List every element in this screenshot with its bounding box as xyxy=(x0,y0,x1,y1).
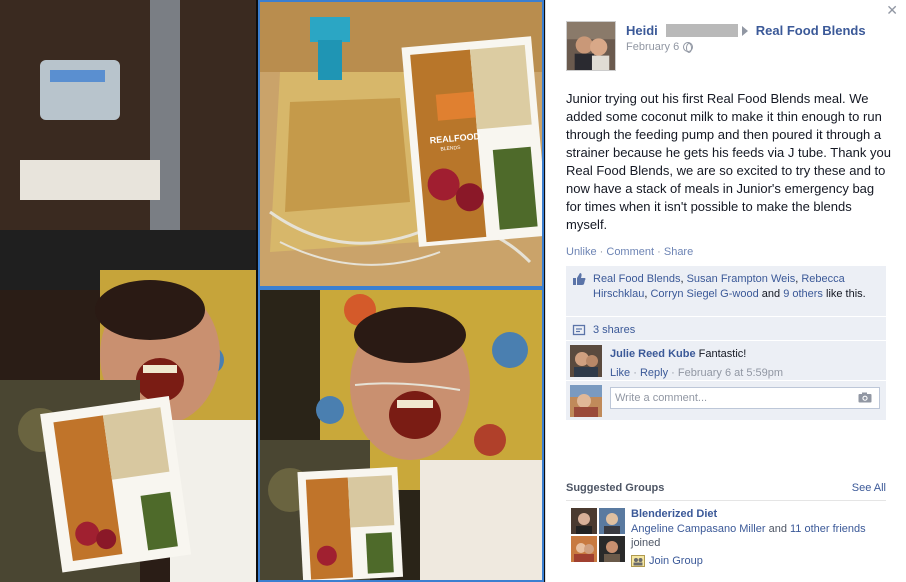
shares-link[interactable]: 3 shares xyxy=(593,324,635,336)
friends-and-text: and xyxy=(768,523,787,535)
suggested-group-item: Blenderized Diet Angeline Campasano Mill… xyxy=(566,507,886,567)
group-thumbnails[interactable] xyxy=(571,508,625,562)
join-group-button[interactable]: Join Group xyxy=(631,554,881,568)
post-header: Heidi Real Food Blends February 6 xyxy=(626,23,896,53)
photo-collage: REALFOOD BLENDS xyxy=(0,0,545,582)
arrow-right-icon xyxy=(741,25,748,36)
post-header-line: Heidi Real Food Blends xyxy=(626,23,896,38)
likes-row: Real Food Blends, Susan Frampton Weis, R… xyxy=(566,266,886,317)
friend-name-link[interactable]: Angeline Campasano Miller xyxy=(631,523,766,535)
photo-bottom-right[interactable] xyxy=(258,288,544,582)
post-sidebar: ✕ Heidi Real Food Blends February 6 Juni… xyxy=(545,0,906,582)
member-thumbnail xyxy=(599,508,625,534)
group-info: Blenderized Diet Angeline Campasano Mill… xyxy=(631,507,881,568)
ufi-panel: Real Food Blends, Susan Frampton Weis, R… xyxy=(566,266,886,421)
post-actions: Unlike · Comment · Share xyxy=(566,246,693,258)
comment-composer xyxy=(566,381,886,421)
share-icon xyxy=(572,324,586,336)
liker-link[interactable]: Corryn Siegel G-wood xyxy=(650,288,758,300)
suggested-groups-title: Suggested Groups xyxy=(566,482,665,494)
shares-row: 3 shares xyxy=(566,317,886,341)
photo-top-right[interactable]: REALFOOD BLENDS xyxy=(258,0,544,288)
author-name-link[interactable]: Heidi xyxy=(626,23,658,38)
likes-and-text: and xyxy=(761,288,781,300)
viewer-avatar xyxy=(570,385,602,417)
page-name-link[interactable]: Real Food Blends xyxy=(756,23,866,38)
comment-body: Julie Reed Kube Fantastic! xyxy=(610,347,878,362)
photo-top-right-image: REALFOOD BLENDS xyxy=(260,2,542,286)
comment-author-link[interactable]: Julie Reed Kube xyxy=(610,348,696,360)
member-thumbnail xyxy=(571,508,597,534)
suggested-groups: Suggested Groups See All Blenderized Die… xyxy=(566,482,886,567)
author-avatar[interactable] xyxy=(566,21,616,71)
friends-joined-text: joined xyxy=(631,537,661,549)
photo-main-image xyxy=(0,0,256,582)
camera-icon[interactable] xyxy=(858,392,872,403)
see-all-link[interactable]: See All xyxy=(852,482,886,494)
likes-suffix: like this. xyxy=(826,288,866,300)
photo-bottom-right-image xyxy=(260,290,542,580)
share-link[interactable]: Share xyxy=(664,246,693,258)
suggested-groups-header: Suggested Groups See All xyxy=(566,482,886,501)
group-friends-text: Angeline Campasano Miller and 11 other f… xyxy=(631,522,881,550)
separator: · xyxy=(671,367,675,379)
separator: · xyxy=(633,367,637,379)
liker-link[interactable]: Real Food Blends xyxy=(593,273,680,285)
viewer-avatar-image xyxy=(570,385,602,417)
close-icon[interactable]: ✕ xyxy=(886,3,898,17)
likes-others-link[interactable]: 9 others xyxy=(783,288,823,300)
separator: · xyxy=(599,246,604,258)
comment-meta: Like · Reply · February 6 at 5:59pm xyxy=(610,366,878,381)
comment-timestamp[interactable]: February 6 at 5:59pm xyxy=(678,367,783,379)
member-thumbnail xyxy=(571,536,597,562)
comment-item: Julie Reed Kube Fantastic! Like · Reply … xyxy=(566,341,886,381)
comment-like-link[interactable]: Like xyxy=(610,367,630,379)
author-avatar-image xyxy=(567,22,615,70)
post-date-row: February 6 xyxy=(626,41,896,53)
comment-input[interactable] xyxy=(610,387,880,409)
comment-text: Fantastic! xyxy=(698,348,747,360)
comment-link[interactable]: Comment xyxy=(606,246,654,258)
join-group-icon xyxy=(631,555,645,567)
redacted-name xyxy=(665,24,738,37)
unlike-link[interactable]: Unlike xyxy=(566,246,597,258)
group-name-link[interactable]: Blenderized Diet xyxy=(631,507,881,521)
thumbs-up-icon xyxy=(573,273,586,285)
commenter-avatar[interactable] xyxy=(570,345,602,377)
photo-main[interactable] xyxy=(0,0,256,582)
globe-icon[interactable] xyxy=(683,42,694,53)
post-date[interactable]: February 6 xyxy=(626,41,679,53)
comment-reply-link[interactable]: Reply xyxy=(640,367,668,379)
post-text: Junior trying out his first Real Food Bl… xyxy=(566,91,891,232)
join-group-label: Join Group xyxy=(649,555,703,567)
other-friends-link[interactable]: 11 other friends xyxy=(790,523,866,535)
commenter-avatar-image xyxy=(570,345,602,377)
member-thumbnail xyxy=(599,536,625,562)
separator: · xyxy=(657,246,661,258)
liker-link[interactable]: Susan Frampton Weis xyxy=(687,273,796,285)
